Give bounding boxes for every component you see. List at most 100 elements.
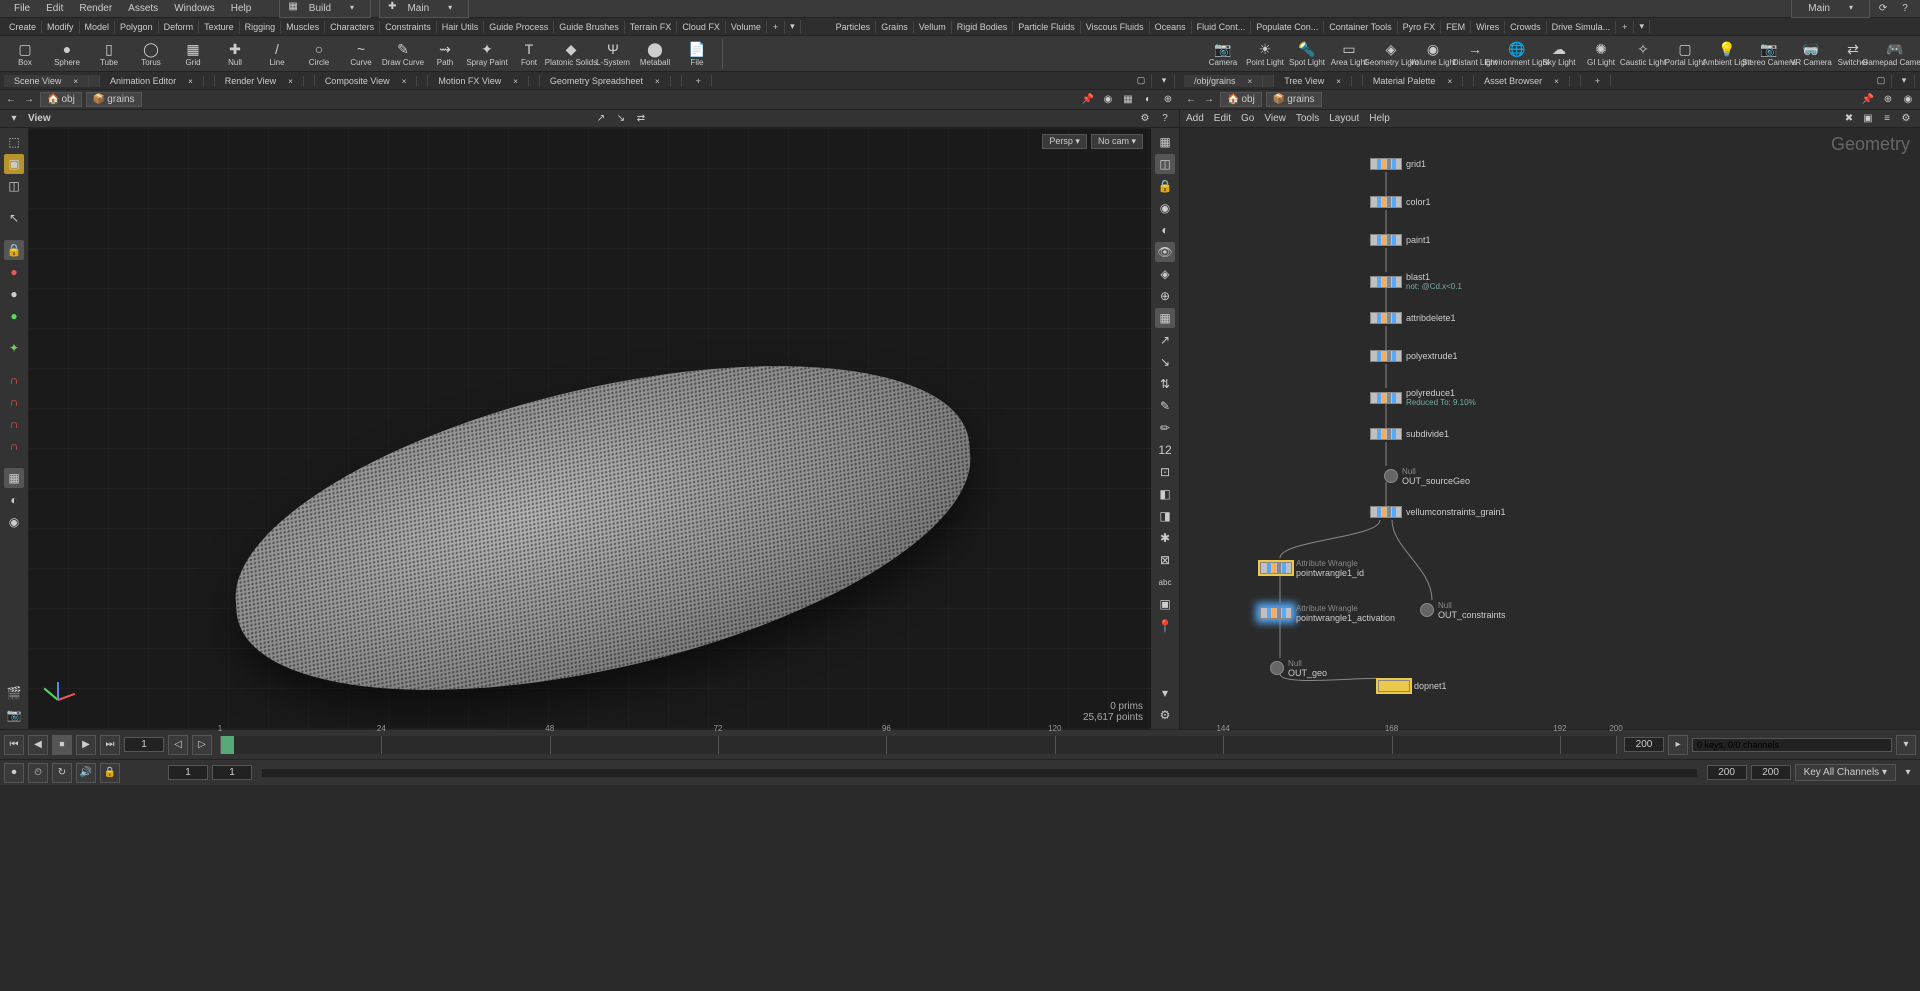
shelf-tab[interactable]: Polygon (115, 21, 159, 33)
shelf-tab[interactable]: Constraints (380, 21, 437, 33)
net-ic3[interactable]: ≡ (1880, 112, 1894, 126)
pane-tab[interactable]: Composite View× (315, 75, 429, 87)
disp12-icon[interactable]: ⇅ (1155, 374, 1175, 394)
shelf-tab[interactable]: Drive Simula... (1547, 21, 1617, 33)
tool-point-light[interactable]: ☀Point Light (1244, 38, 1286, 69)
range-lock-button[interactable]: 🔒 (100, 763, 120, 783)
disp15-icon[interactable]: 12 (1155, 440, 1175, 460)
disp-opts-icon[interactable]: ▾ (1155, 683, 1175, 703)
node-vellumconstraints_grain1[interactable]: vellumconstraints_grain1 (1370, 506, 1506, 518)
magnet3-icon[interactable]: ∩ (4, 414, 24, 434)
current-frame-input[interactable] (124, 737, 164, 752)
desktop-build-dropdown[interactable]: ▦ Build ▾ (279, 0, 371, 18)
disp19-icon[interactable]: ✱ (1155, 528, 1175, 548)
shelf-tab[interactable]: Modify (42, 21, 80, 33)
shelf-tab[interactable]: Texture (199, 21, 240, 33)
autokey-button[interactable]: ⏺ (4, 763, 24, 783)
pane-tab[interactable]: Motion FX View× (428, 75, 540, 87)
tool-geometry-light[interactable]: ◈Geometry Light (1370, 38, 1412, 69)
node-pointwrangle1_activation[interactable]: Attribute Wranglepointwrangle1_activatio… (1260, 603, 1395, 623)
breadcrumb-obj[interactable]: 🏠 obj (1220, 92, 1262, 107)
shelf-tab[interactable]: Fluid Cont... (1192, 21, 1252, 33)
menu-file[interactable]: File (6, 1, 38, 16)
shelf-tab[interactable]: Populate Con... (1251, 21, 1324, 33)
vp-tool2-icon[interactable]: ↘ (614, 112, 628, 126)
realtime-button[interactable]: ⏲ (28, 763, 48, 783)
disp21-icon[interactable]: ▣ (1155, 594, 1175, 614)
tool-caustic-light[interactable]: ✧Caustic Light (1622, 38, 1664, 69)
shelf-tab[interactable]: Viscous Fluids (1081, 21, 1150, 33)
net-add[interactable]: Add (1186, 113, 1204, 124)
pane-menu-icon[interactable]: ▾ (1154, 74, 1175, 88)
snapshot-icon[interactable]: 📷 (4, 705, 24, 725)
shelf-tab[interactable]: Crowds (1505, 21, 1547, 33)
select-points-icon[interactable]: ▣ (4, 154, 24, 174)
disp16-icon[interactable]: ⊡ (1155, 462, 1175, 482)
disp7-icon[interactable]: ◈ (1155, 264, 1175, 284)
move-tool-icon[interactable]: ↖ (4, 208, 24, 228)
menu-edit[interactable]: Edit (38, 1, 71, 16)
nav-back-icon[interactable]: ← (1184, 93, 1198, 107)
step-back-button[interactable]: ◀ (28, 735, 48, 755)
disp10-icon[interactable]: ↗ (1155, 330, 1175, 350)
stop-button[interactable]: ⏹ (52, 735, 72, 755)
disp13-icon[interactable]: ✎ (1155, 396, 1175, 416)
pane-tab[interactable]: Material Palette× (1363, 75, 1474, 87)
timeline-playhead[interactable] (220, 736, 234, 754)
disp18-icon[interactable]: ◨ (1155, 506, 1175, 526)
first-frame-button[interactable]: ⏮ (4, 735, 24, 755)
footer-menu-icon[interactable]: ▾ (1901, 766, 1915, 780)
pane-tab[interactable]: Tree View× (1274, 75, 1363, 87)
net-help[interactable]: Help (1369, 113, 1390, 124)
view-menu-icon[interactable]: ▾ (7, 112, 21, 126)
node-dopnet1[interactable]: dopnet1 (1378, 680, 1447, 692)
disp-abc-icon[interactable]: abc (1155, 572, 1175, 592)
update-icon[interactable]: ⟳ (1875, 2, 1891, 16)
pane-tab[interactable]: Animation Editor× (100, 75, 215, 87)
bc-opt1-icon[interactable]: ⊕ (1881, 93, 1895, 107)
tl-opt1[interactable]: ▸ (1668, 735, 1688, 755)
last-frame-button[interactable]: ⏭ (100, 735, 120, 755)
net-tools[interactable]: Tools (1296, 113, 1319, 124)
tool-metaball[interactable]: ⬤Metaball (634, 38, 676, 69)
pane-tab[interactable]: Render View× (215, 75, 315, 87)
tool-stereo-camera[interactable]: 📷Stereo Camera (1748, 38, 1790, 69)
nav-back-icon[interactable]: ← (4, 93, 18, 107)
node-paint1[interactable]: paint1 (1370, 234, 1431, 246)
tool-spot-light[interactable]: 🔦Spot Light (1286, 38, 1328, 69)
shelf-tab[interactable]: Volume (726, 21, 767, 33)
tool-tube[interactable]: ▯Tube (88, 38, 130, 69)
pane-tab[interactable]: Asset Browser× (1474, 75, 1581, 87)
bc-pin-icon[interactable]: 📌 (1861, 93, 1875, 107)
snap2-icon[interactable]: ● (4, 284, 24, 304)
tool-null[interactable]: ✚Null (214, 38, 256, 69)
snap3-icon[interactable]: ● (4, 306, 24, 326)
node-out_constraints[interactable]: NullOUT_constraints (1420, 600, 1506, 620)
node-color1[interactable]: color1 (1370, 196, 1431, 208)
shelf-add-right[interactable]: + (1616, 21, 1634, 33)
breadcrumb-current[interactable]: 📦 grains (86, 92, 142, 107)
pane-max-icon[interactable]: ▢ (1131, 74, 1152, 88)
tool-line[interactable]: /Line (256, 38, 298, 69)
disp22-icon[interactable]: 📍 (1155, 616, 1175, 636)
pane-tab[interactable]: Scene View× (4, 75, 100, 87)
node-blast1[interactable]: blast1not: @Cd.x<0.1 (1370, 272, 1462, 291)
bc-pin-icon[interactable]: 📌 (1081, 93, 1095, 107)
bc-opt1-icon[interactable]: ◉ (1101, 93, 1115, 107)
tool-curve[interactable]: ~Curve (340, 38, 382, 69)
tool-draw-curve[interactable]: ✎Draw Curve (382, 38, 424, 69)
shelf-tab[interactable]: Pyro FX (1398, 21, 1442, 33)
magnet1-icon[interactable]: ∩ (4, 370, 24, 390)
magnet2-icon[interactable]: ∩ (4, 392, 24, 412)
tool-gi-light[interactable]: ✺GI Light (1580, 38, 1622, 69)
camera-nocam-dropdown[interactable]: No cam ▾ (1091, 134, 1143, 149)
shelf-dropdown-left[interactable]: ▾ (785, 20, 801, 33)
vp-tool1-icon[interactable]: ↗ (594, 112, 608, 126)
shelf-add-left[interactable]: + (767, 21, 785, 33)
cp2-icon[interactable]: ◐ (4, 490, 24, 510)
tool-platonic-solids[interactable]: ◆Platonic Solids (550, 38, 592, 69)
node-subdivide1[interactable]: subdivide1 (1370, 428, 1449, 440)
bc-opt2-icon[interactable]: ▦ (1121, 93, 1135, 107)
tool-torus[interactable]: ◯Torus (130, 38, 172, 69)
channel-scope-dropdown[interactable]: Key All Channels ▾ (1795, 764, 1896, 781)
